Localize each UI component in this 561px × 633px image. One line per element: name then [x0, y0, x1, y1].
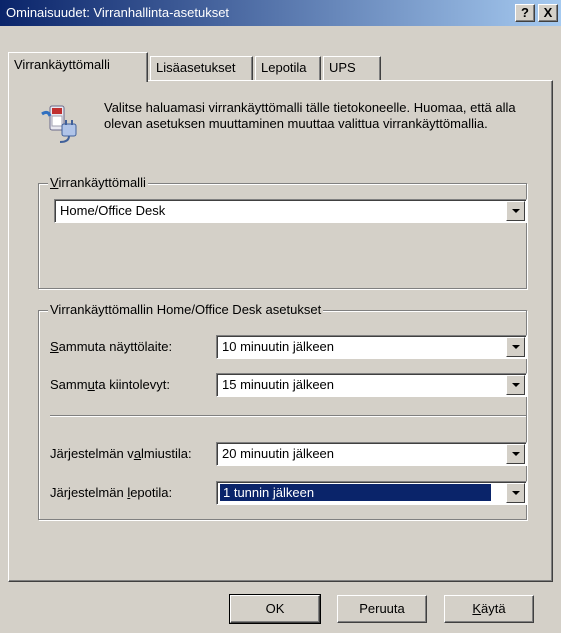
power-scheme-value: Home/Office Desk — [60, 203, 166, 218]
hibernate-label: Järjestelmän lepotila: — [50, 485, 173, 500]
hard-disks-off-value: 15 minuutin jälkeen — [222, 377, 335, 392]
chevron-down-icon[interactable] — [506, 337, 525, 357]
tab-power-schemes[interactable]: Virrankäyttömalli — [8, 52, 148, 82]
power-scheme-group-label: Virrankäyttömalli — [48, 175, 148, 190]
power-plug-icon — [41, 105, 77, 143]
standby-dropdown[interactable]: 20 minuutin jälkeen — [216, 442, 527, 466]
monitor-off-value: 10 minuutin jälkeen — [222, 339, 335, 354]
title-bar[interactable]: Ominaisuudet: Virranhallinta-asetukset ?… — [0, 0, 561, 26]
tab-hibernate[interactable]: Lepotila — [255, 56, 321, 80]
hibernate-dropdown[interactable]: 1 tunnin jälkeen — [216, 481, 527, 505]
chevron-down-icon[interactable] — [506, 483, 525, 503]
description-text: Valitse haluamasi virrankäyttömalli täll… — [104, 100, 516, 131]
hibernate-value: 1 tunnin jälkeen — [220, 484, 491, 501]
settings-divider — [50, 415, 526, 417]
scheme-settings-group-label: Virrankäyttömallin Home/Office Desk aset… — [48, 302, 324, 317]
tab-advanced[interactable]: Lisäasetukset — [150, 56, 253, 80]
monitor-off-dropdown[interactable]: 10 minuutin jälkeen — [216, 335, 527, 359]
chevron-down-icon[interactable] — [506, 201, 525, 221]
monitor-off-label: Sammuta näyttölaite: — [50, 339, 173, 354]
help-button[interactable]: ? — [515, 4, 535, 22]
tab-ups[interactable]: UPS — [323, 56, 381, 80]
window-title: Ominaisuudet: Virranhallinta-asetukset — [6, 5, 230, 20]
chevron-down-icon[interactable] — [506, 444, 525, 464]
power-scheme-dropdown[interactable]: Home/Office Desk — [54, 199, 527, 223]
standby-value: 20 minuutin jälkeen — [222, 446, 335, 461]
close-button[interactable]: X — [538, 4, 558, 22]
standby-label: Järjestelmän valmiustila: — [50, 446, 192, 461]
hard-disks-off-dropdown[interactable]: 15 minuutin jälkeen — [216, 373, 527, 397]
chevron-down-icon[interactable] — [506, 375, 525, 395]
apply-button[interactable]: Käytä — [444, 595, 534, 623]
cancel-button[interactable]: Peruuta — [337, 595, 427, 623]
properties-dialog: Ominaisuudet: Virranhallinta-asetukset ?… — [0, 0, 561, 633]
hard-disks-off-label: Sammuta kiintolevyt: — [50, 377, 170, 392]
ok-button[interactable]: OK — [229, 594, 321, 624]
